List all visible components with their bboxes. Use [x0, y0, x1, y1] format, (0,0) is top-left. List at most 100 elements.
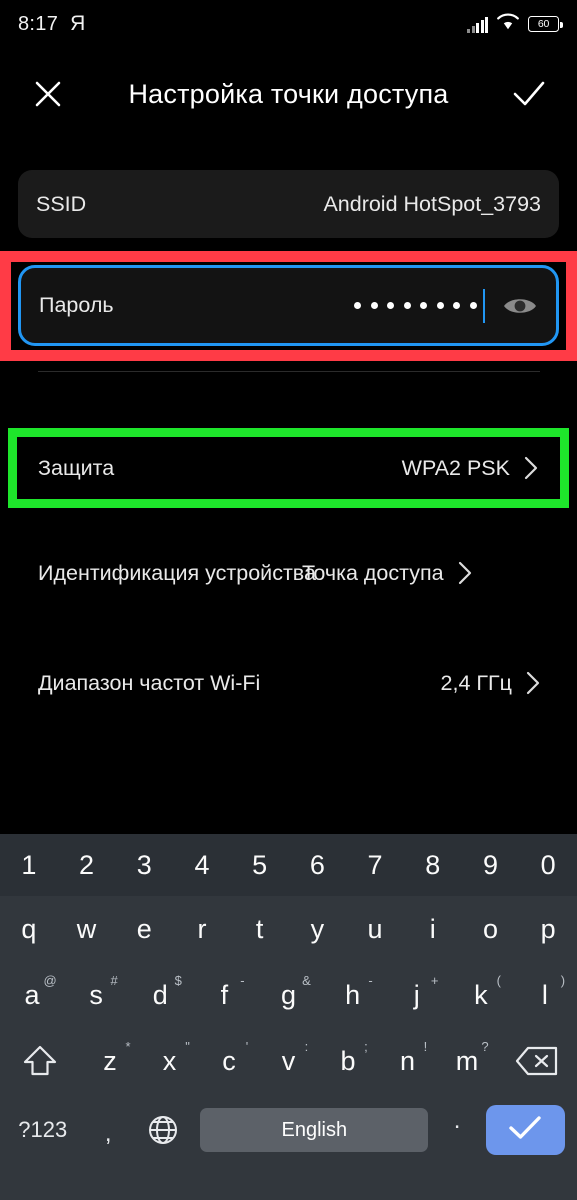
- num-key-4[interactable]: 4: [173, 834, 231, 896]
- letter-key-l[interactable]: l): [513, 962, 577, 1028]
- letter-key-f[interactable]: f-: [192, 962, 256, 1028]
- letter-key-p[interactable]: p: [519, 896, 577, 962]
- phone-screen: 8:17 Я 60 Настройка точки доступа SSID A…: [0, 0, 577, 1200]
- spacebar-label: English: [281, 1118, 348, 1141]
- key-alt-j: +: [430, 972, 439, 988]
- key-alt-c: ': [245, 1038, 249, 1054]
- key-alt-l: ): [560, 972, 566, 988]
- key-alt-n: !: [423, 1038, 428, 1054]
- chevron-right-icon: [524, 456, 538, 480]
- key-alt-x: ": [185, 1038, 190, 1054]
- chevron-right-icon: [526, 671, 540, 695]
- key-alt-s: #: [110, 972, 118, 988]
- letter-key-k[interactable]: k(: [449, 962, 513, 1028]
- key-alt-z: *: [125, 1038, 131, 1054]
- key-alt-a: @: [43, 972, 57, 988]
- shift-icon[interactable]: [0, 1028, 80, 1094]
- ssid-label: SSID: [36, 191, 87, 216]
- letter-key-h[interactable]: h-: [321, 962, 385, 1028]
- app-bar: Настройка точки доступа: [0, 58, 577, 130]
- letter-key-j[interactable]: j +: [385, 962, 449, 1028]
- keyboard-row-4: ?123 , English .: [0, 1094, 577, 1166]
- letter-key-e[interactable]: e: [115, 896, 173, 962]
- battery-icon: 60: [528, 16, 563, 32]
- check-icon: [508, 1115, 542, 1146]
- keyboard-number-row: 1234567890: [0, 834, 577, 896]
- num-key-1[interactable]: 1: [0, 834, 58, 896]
- letter-key-b[interactable]: b;: [318, 1039, 377, 1077]
- num-key-9[interactable]: 9: [462, 834, 520, 896]
- text-caret: [482, 288, 485, 323]
- letter-key-d[interactable]: d $: [128, 962, 192, 1028]
- close-icon[interactable]: [26, 72, 70, 116]
- enter-key[interactable]: [485, 1105, 565, 1155]
- letter-key-o[interactable]: o: [462, 896, 520, 962]
- letter-key-t[interactable]: t: [231, 896, 289, 962]
- key-alt-f: -: [240, 972, 245, 988]
- signal-bars-icon: [467, 16, 488, 33]
- wifi-band-value: 2,4 ГГц: [440, 670, 512, 695]
- key-alt-h: -: [368, 972, 373, 988]
- num-key-2[interactable]: 2: [58, 834, 116, 896]
- yandex-assistant-icon: Я: [70, 12, 86, 35]
- key-alt-v: :: [304, 1038, 309, 1054]
- battery-level-text: 60: [537, 17, 550, 30]
- letter-key-s[interactable]: s #: [64, 962, 128, 1028]
- wifi-band-row[interactable]: Диапазон частот Wi-Fi 2,4 ГГц: [38, 655, 540, 711]
- letter-key-u[interactable]: u: [346, 896, 404, 962]
- status-bar-indicators: 60: [467, 13, 563, 35]
- num-key-5[interactable]: 5: [231, 834, 289, 896]
- num-key-7[interactable]: 7: [346, 834, 404, 896]
- password-input[interactable]: Пароль: [18, 265, 559, 346]
- spacebar[interactable]: English: [200, 1108, 429, 1152]
- num-key-6[interactable]: 6: [289, 834, 347, 896]
- confirm-check-icon[interactable]: [507, 72, 551, 116]
- letter-key-c[interactable]: c ': [199, 1039, 258, 1077]
- letter-key-i[interactable]: i: [404, 896, 462, 962]
- letter-key-m[interactable]: m?: [437, 1039, 496, 1077]
- wifi-band-label: Диапазон частот Wi-Fi: [38, 670, 261, 695]
- letter-key-x[interactable]: x ": [140, 1039, 199, 1077]
- key-alt-k: (: [496, 972, 501, 988]
- security-row[interactable]: Защита WPA2 PSK: [38, 440, 538, 496]
- key-alt-d: $: [174, 972, 182, 988]
- letter-key-n[interactable]: n!: [378, 1039, 437, 1077]
- security-value: WPA2 PSK: [401, 455, 510, 480]
- letter-key-y[interactable]: y: [289, 896, 347, 962]
- globe-icon[interactable]: [131, 1094, 194, 1166]
- symbols-key[interactable]: ?123: [0, 1094, 85, 1166]
- comma-key[interactable]: ,: [85, 1112, 131, 1148]
- key-alt-b: ;: [364, 1038, 368, 1054]
- status-bar-clock: 8:17: [18, 12, 59, 35]
- letter-key-w[interactable]: w: [58, 896, 116, 962]
- letter-key-g[interactable]: g &: [256, 962, 320, 1028]
- chevron-right-icon: [458, 561, 472, 585]
- page-title: Настройка точки доступа: [128, 78, 449, 109]
- letter-key-v[interactable]: v:: [259, 1039, 318, 1077]
- security-label: Защита: [38, 455, 115, 480]
- on-screen-keyboard: 1234567890 qwertyuiop a @ s # d $ f - g & h - j + k(l)…: [0, 834, 577, 1200]
- status-bar: 8:17 Я 60: [0, 0, 577, 48]
- wifi-icon: [497, 13, 519, 35]
- letter-key-r[interactable]: r: [173, 896, 231, 962]
- eye-icon[interactable]: [502, 294, 538, 318]
- letter-key-z[interactable]: z *: [80, 1039, 139, 1077]
- ssid-row[interactable]: SSID Android HotSpot_3793: [18, 170, 559, 238]
- keyboard-row-2: a @ s # d $ f - g & h - j + k(l): [0, 962, 577, 1028]
- num-key-0[interactable]: 0: [519, 834, 577, 896]
- period-key[interactable]: .: [434, 1107, 480, 1153]
- key-alt-m: ?: [481, 1038, 489, 1054]
- num-key-3[interactable]: 3: [115, 834, 173, 896]
- section-divider: [38, 371, 540, 373]
- letter-key-a[interactable]: a @: [0, 962, 64, 1028]
- letter-key-q[interactable]: q: [0, 896, 58, 962]
- key-alt-g: &: [302, 972, 311, 988]
- backspace-icon[interactable]: [497, 1028, 577, 1094]
- device-identity-row[interactable]: Идентификация устройства Точка доступа: [38, 545, 540, 601]
- keyboard-row-1: qwertyuiop: [0, 896, 577, 962]
- password-masked-value: [354, 302, 477, 309]
- device-identity-value: Точка доступа: [301, 560, 444, 585]
- device-identity-label: Идентификация устройства: [38, 560, 316, 585]
- ssid-value: Android HotSpot_3793: [323, 191, 541, 216]
- num-key-8[interactable]: 8: [404, 834, 462, 896]
